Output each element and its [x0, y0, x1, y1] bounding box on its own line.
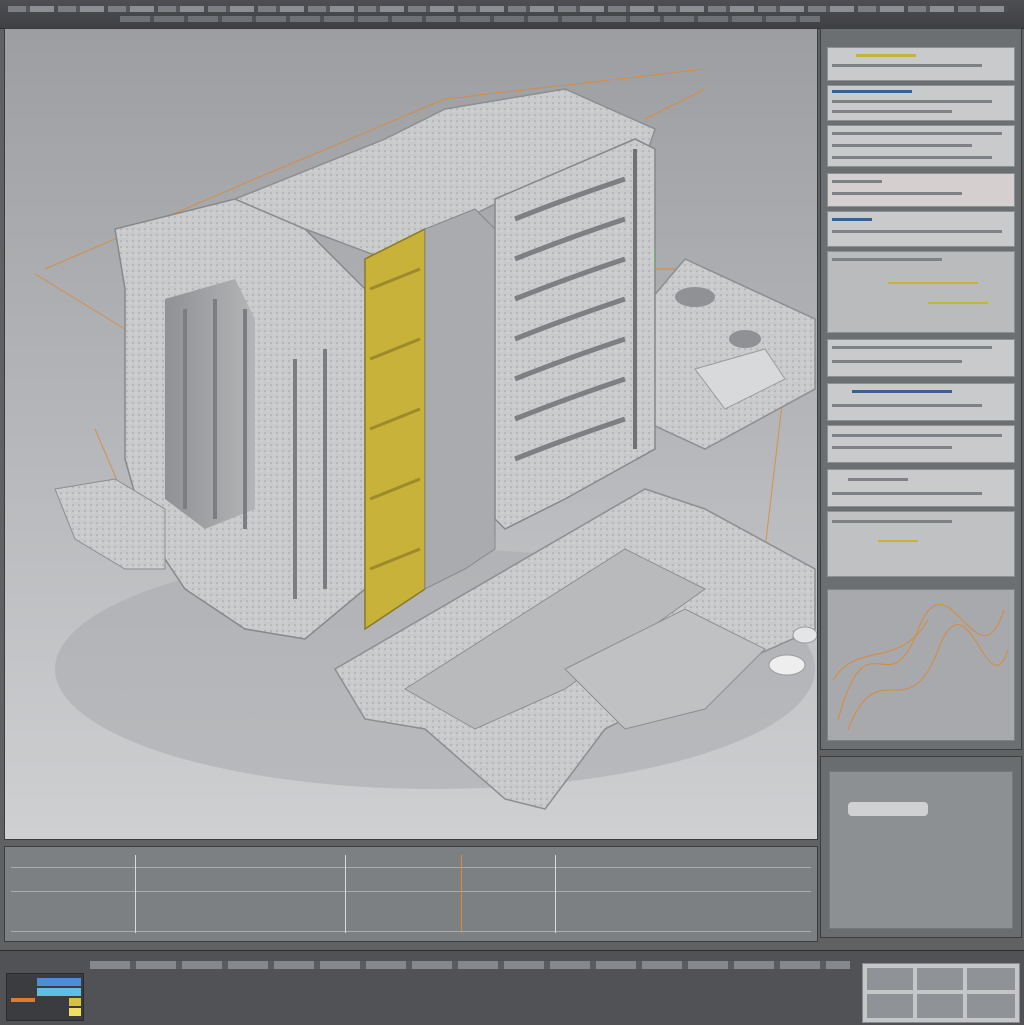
channel-chip[interactable] [848, 802, 928, 816]
timeline[interactable] [4, 846, 818, 942]
panel-row-material[interactable] [827, 173, 1015, 207]
timeline-track [11, 891, 811, 892]
menu-bar[interactable] [8, 6, 1008, 12]
thumbnail-grid[interactable] [862, 963, 1020, 1023]
panel-row-curves[interactable] [827, 251, 1015, 333]
color-swatches[interactable] [6, 973, 84, 1021]
tool-shelf[interactable] [120, 16, 820, 22]
timeline-track [11, 867, 811, 868]
timeline-marker[interactable] [345, 855, 346, 933]
panel-row-header[interactable] [827, 47, 1015, 81]
panel-row-notes[interactable] [827, 511, 1015, 577]
panel-row-deformers[interactable] [827, 339, 1015, 377]
swatch-blue[interactable] [37, 978, 81, 986]
channel-box [820, 756, 1022, 938]
swatch-cyan[interactable] [37, 988, 81, 996]
model-render [34, 68, 817, 810]
attribute-editor-panel [820, 28, 1022, 750]
3d-viewport[interactable] [4, 28, 818, 840]
top-toolbar [0, 0, 1024, 29]
swatch-yellow[interactable] [69, 998, 81, 1006]
timeline-marker[interactable] [135, 855, 136, 933]
panel-row-transform[interactable] [827, 85, 1015, 121]
swatch-orange[interactable] [11, 998, 35, 1002]
playhead-icon[interactable] [461, 855, 462, 933]
panel-row-render-stats[interactable] [827, 211, 1015, 247]
swatch-light-yellow[interactable] [69, 1008, 81, 1016]
panel-row-extra-attributes[interactable] [827, 469, 1015, 507]
bottom-status-bar [0, 950, 1024, 1025]
axis-gizmo-icon[interactable] [654, 249, 675, 270]
panel-row-inputs[interactable] [827, 383, 1015, 421]
timeline-track [11, 931, 811, 932]
curve-graph-icon[interactable] [827, 589, 1015, 741]
timeline-marker[interactable] [555, 855, 556, 933]
channel-box-content[interactable] [829, 771, 1013, 929]
panel-row-shape[interactable] [827, 125, 1015, 167]
panel-row-outputs[interactable] [827, 425, 1015, 463]
command-line[interactable] [90, 961, 850, 969]
